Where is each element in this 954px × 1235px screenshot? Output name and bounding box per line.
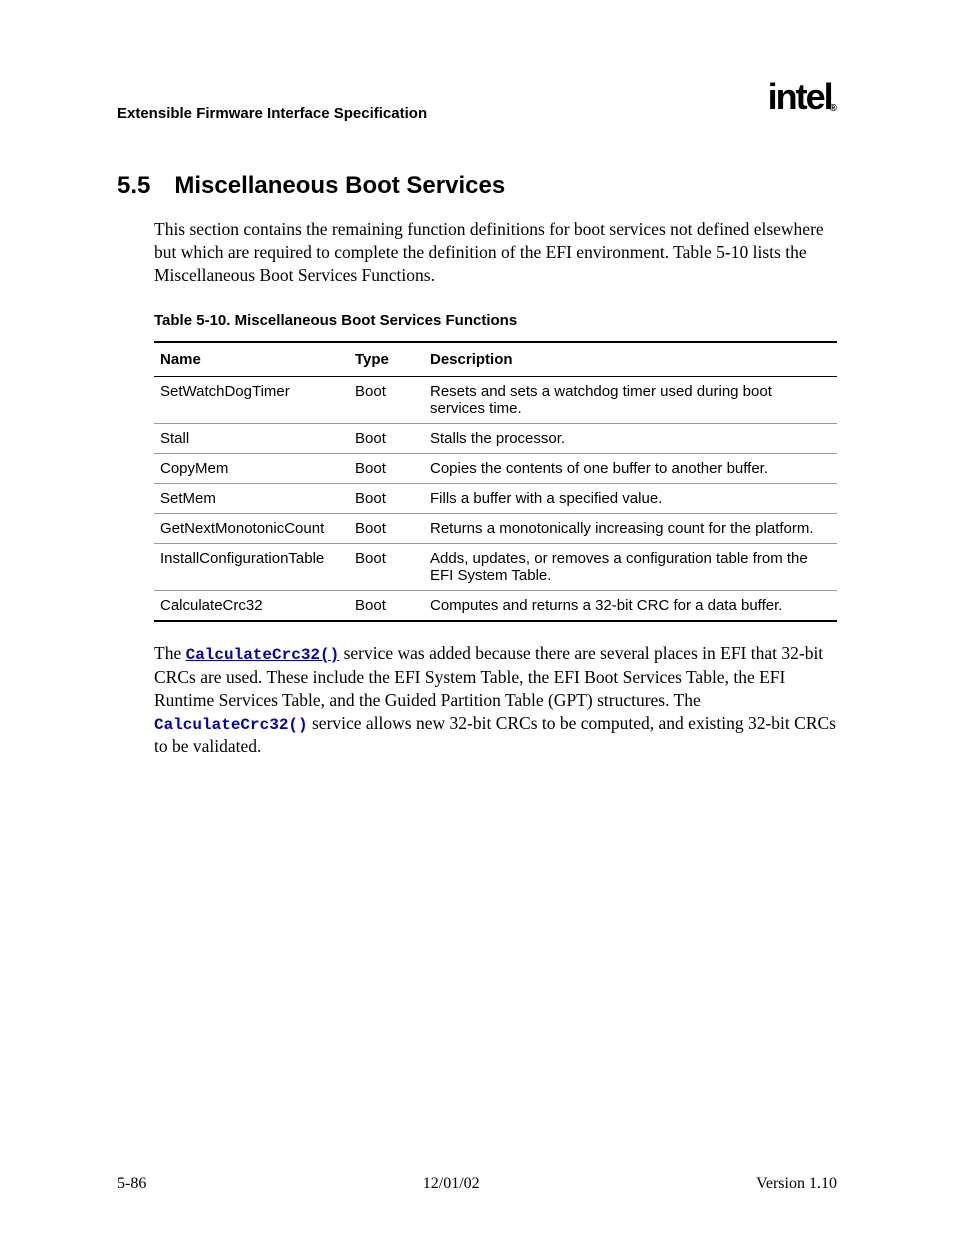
cell-description: Resets and sets a watchdog timer used du… (424, 377, 837, 424)
cell-description: Fills a buffer with a specified value. (424, 484, 837, 514)
cell-type: Boot (349, 544, 424, 591)
closing-prefix: The (154, 643, 186, 663)
table-row: SetMemBootFills a buffer with a specifie… (154, 484, 837, 514)
closing-paragraph: The CalculateCrc32() service was added b… (154, 642, 837, 758)
table-row: StallBootStalls the processor. (154, 424, 837, 454)
header-description: Description (424, 342, 837, 377)
cell-name: Stall (154, 424, 349, 454)
section-heading: 5.5 Miscellaneous Boot Services (117, 172, 837, 200)
cell-type: Boot (349, 377, 424, 424)
cell-type: Boot (349, 591, 424, 622)
cell-name: SetWatchDogTimer (154, 377, 349, 424)
table-row: GetNextMonotonicCountBootReturns a monot… (154, 514, 837, 544)
table-row: CalculateCrc32BootComputes and returns a… (154, 591, 837, 622)
intro-paragraph: This section contains the remaining func… (154, 218, 837, 286)
page-header: Extensible Firmware Interface Specificat… (117, 80, 837, 122)
functions-table: Name Type Description SetWatchDogTimerBo… (154, 341, 837, 622)
header-name: Name (154, 342, 349, 377)
cell-description: Copies the contents of one buffer to ano… (424, 454, 837, 484)
cell-name: CalculateCrc32 (154, 591, 349, 622)
footer-version: Version 1.10 (756, 1175, 837, 1193)
table-row: CopyMemBootCopies the contents of one bu… (154, 454, 837, 484)
cell-type: Boot (349, 424, 424, 454)
cell-description: Returns a monotonically increasing count… (424, 514, 837, 544)
table-row: SetWatchDogTimerBootResets and sets a wa… (154, 377, 837, 424)
cell-type: Boot (349, 484, 424, 514)
table-row: InstallConfigurationTableBootAdds, updat… (154, 544, 837, 591)
code-calculatecrc32-link[interactable]: CalculateCrc32() (186, 646, 340, 664)
cell-name: CopyMem (154, 454, 349, 484)
document-title: Extensible Firmware Interface Specificat… (117, 105, 427, 122)
code-calculatecrc32: CalculateCrc32() (154, 716, 308, 734)
table-header-row: Name Type Description (154, 342, 837, 377)
cell-description: Stalls the processor. (424, 424, 837, 454)
intel-logo: intel® (768, 76, 837, 118)
table-caption: Table 5-10. Miscellaneous Boot Services … (154, 312, 837, 329)
cell-type: Boot (349, 454, 424, 484)
cell-name: SetMem (154, 484, 349, 514)
header-type: Type (349, 342, 424, 377)
footer-date: 12/01/02 (423, 1175, 480, 1193)
cell-type: Boot (349, 514, 424, 544)
section-title: Miscellaneous Boot Services (174, 172, 505, 200)
cell-description: Adds, updates, or removes a configuratio… (424, 544, 837, 591)
footer-page-number: 5-86 (117, 1175, 146, 1193)
cell-name: InstallConfigurationTable (154, 544, 349, 591)
page-footer: 5-86 12/01/02 Version 1.10 (117, 1175, 837, 1193)
cell-name: GetNextMonotonicCount (154, 514, 349, 544)
section-number: 5.5 (117, 172, 150, 200)
cell-description: Computes and returns a 32-bit CRC for a … (424, 591, 837, 622)
